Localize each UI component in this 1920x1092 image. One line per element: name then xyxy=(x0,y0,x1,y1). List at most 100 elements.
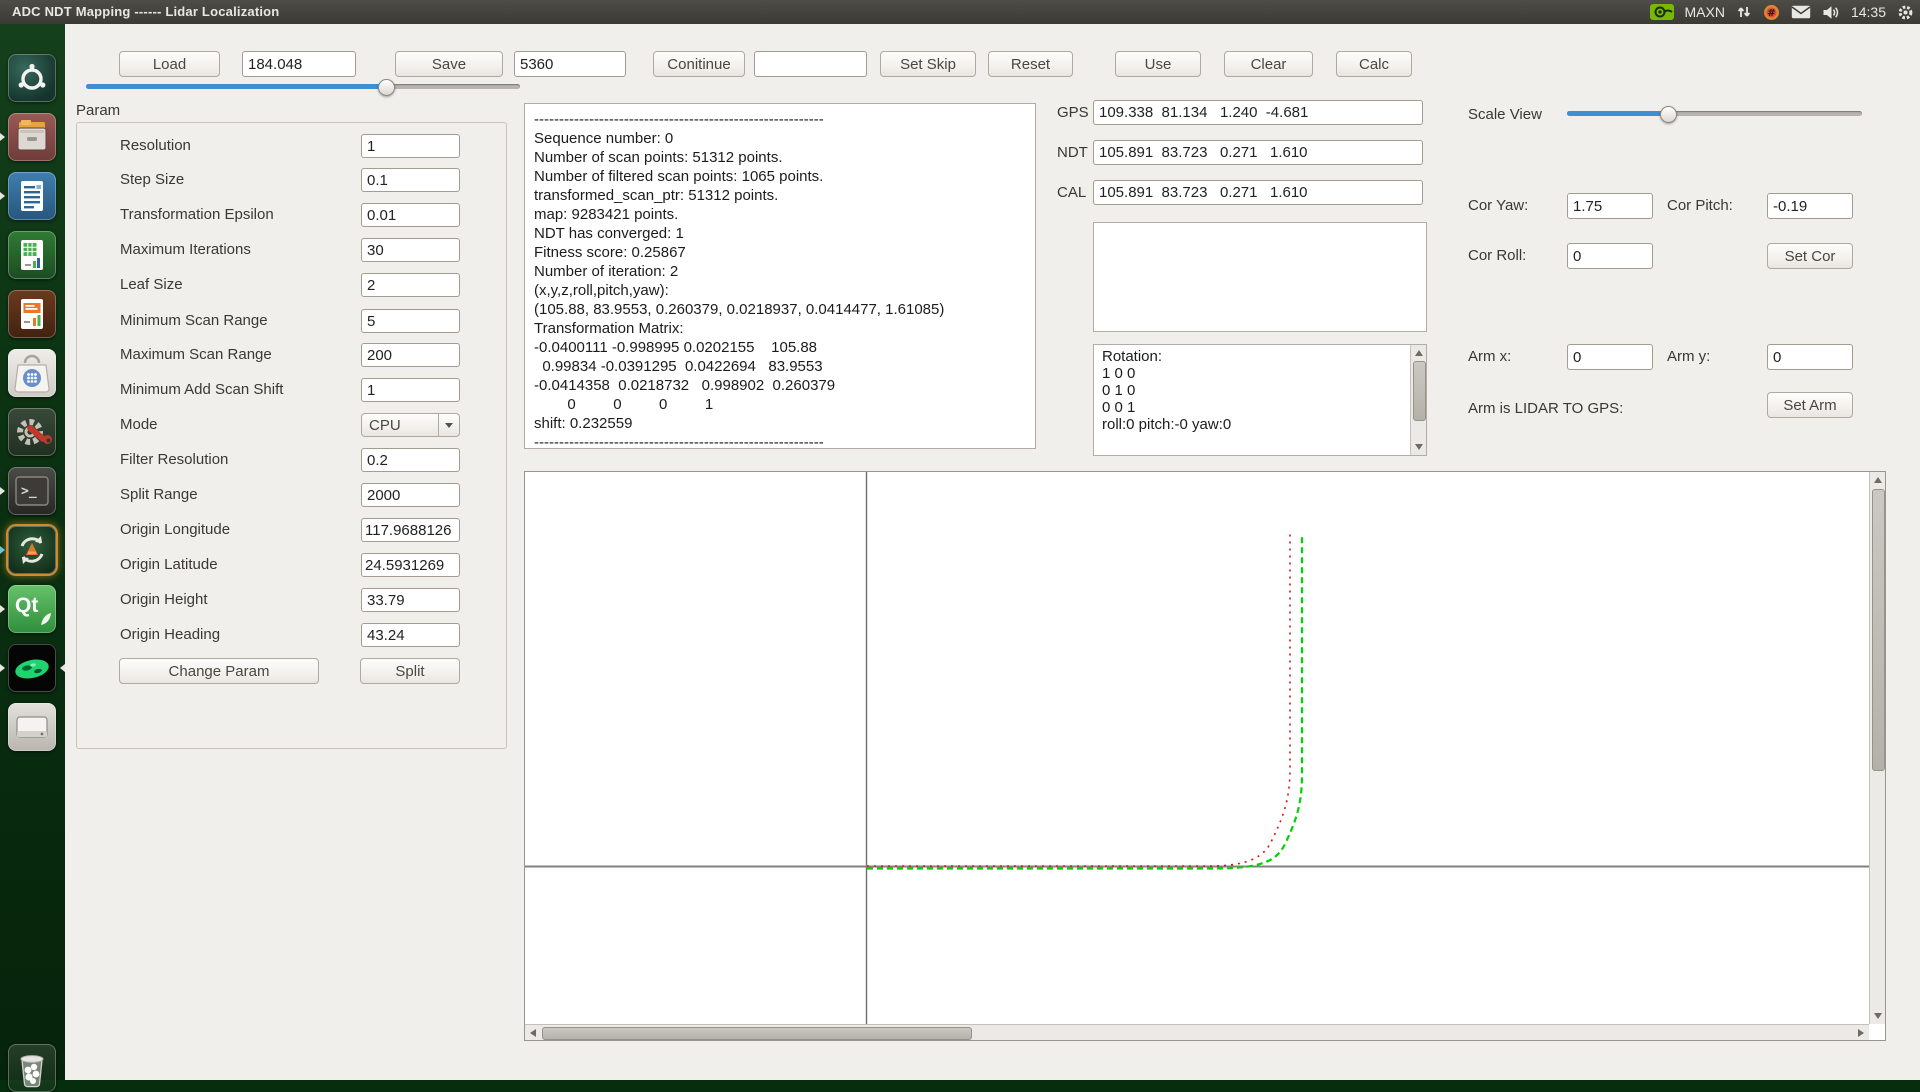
param-input-maximum-scan-range[interactable] xyxy=(361,343,460,367)
cal-label: CAL xyxy=(1057,184,1086,201)
ndt-pose-input[interactable] xyxy=(1093,140,1423,165)
set-cor-button[interactable]: Set Cor xyxy=(1767,243,1853,269)
param-input-filter-resolution[interactable] xyxy=(361,448,460,472)
param-label-minimum-add-scan-shift: Minimum Add Scan Shift xyxy=(120,381,283,398)
launcher-item-file-cabinet[interactable] xyxy=(8,113,56,161)
launcher-item-pointcloud-viewer[interactable] xyxy=(8,644,56,692)
param-label-origin-latitude: Origin Latitude xyxy=(120,556,218,573)
nvidia-icon[interactable] xyxy=(1650,4,1674,20)
param-input-origin-latitude[interactable] xyxy=(361,553,460,577)
plot-vertical-scrollbar[interactable] xyxy=(1869,472,1885,1024)
gps-pose-input[interactable] xyxy=(1093,100,1423,125)
param-input-maximum-iterations[interactable] xyxy=(361,238,460,262)
running-indicator xyxy=(0,605,5,613)
scale-view-slider-handle[interactable] xyxy=(1660,106,1677,123)
plot-hscrollbar-thumb[interactable] xyxy=(542,1027,972,1040)
change-param-button[interactable]: Change Param xyxy=(119,658,319,684)
clear-button[interactable]: Clear xyxy=(1224,51,1313,77)
rotation-scrollbar-thumb[interactable] xyxy=(1413,361,1426,421)
svg-text:#: # xyxy=(1767,8,1775,19)
ndt-label: NDT xyxy=(1057,144,1088,161)
launcher-item-software-center[interactable] xyxy=(8,349,56,397)
save-value-input[interactable] xyxy=(514,51,626,77)
continue-button[interactable]: Conitinue xyxy=(653,51,745,77)
launcher-item-dash-home[interactable] xyxy=(8,54,56,102)
chevron-down-icon xyxy=(445,423,453,428)
reset-button[interactable]: Reset xyxy=(988,51,1073,77)
param-input-origin-longitude[interactable] xyxy=(361,518,460,542)
param-input-minimum-add-scan-shift[interactable] xyxy=(361,378,460,402)
launcher-item-trash[interactable] xyxy=(8,1044,56,1092)
session-gear-icon[interactable] xyxy=(1897,4,1914,21)
system-top-bar: ADC NDT Mapping ------ Lidar Localizatio… xyxy=(0,0,1920,24)
running-indicator xyxy=(0,192,5,200)
arm-y-label: Arm y: xyxy=(1667,348,1710,365)
param-input-resolution[interactable] xyxy=(361,134,460,158)
param-label-leaf-size: Leaf Size xyxy=(120,276,183,293)
scroll-up-icon[interactable] xyxy=(1415,350,1423,356)
mail-icon[interactable] xyxy=(1791,5,1811,19)
scale-view-slider-fill xyxy=(1567,111,1667,116)
gpu-mode-label[interactable]: MAXN xyxy=(1685,4,1725,20)
running-indicator xyxy=(0,487,5,495)
scroll-left-icon[interactable] xyxy=(530,1029,536,1037)
scroll-right-icon[interactable] xyxy=(1858,1029,1864,1037)
updater-arrows-icon xyxy=(8,526,56,574)
window-title: ADC NDT Mapping ------ Lidar Localizatio… xyxy=(12,4,279,19)
param-input-transformation-epsilon[interactable] xyxy=(361,203,460,227)
set-arm-button[interactable]: Set Arm xyxy=(1767,392,1853,418)
plot-horizontal-scrollbar[interactable] xyxy=(525,1024,1869,1040)
calc-button[interactable]: Calc xyxy=(1336,51,1412,77)
package-update-icon[interactable]: # xyxy=(1763,4,1780,21)
pointcloud-icon xyxy=(8,644,56,692)
launcher-item-libreoffice-impress[interactable] xyxy=(8,290,56,338)
mode-dropdown[interactable]: CPU xyxy=(361,413,460,437)
param-input-leaf-size[interactable] xyxy=(361,273,460,297)
param-label-origin-longitude: Origin Longitude xyxy=(120,521,230,538)
param-input-origin-height[interactable] xyxy=(361,588,460,612)
launcher-item-libreoffice-calc[interactable] xyxy=(8,231,56,279)
updown-arrows-icon[interactable] xyxy=(1736,4,1752,20)
param-label-origin-heading: Origin Heading xyxy=(120,626,220,643)
plot-vscrollbar-thumb[interactable] xyxy=(1872,489,1885,771)
param-input-minimum-scan-range[interactable] xyxy=(361,309,460,333)
arm-y-input[interactable] xyxy=(1767,344,1853,370)
cor-roll-input[interactable] xyxy=(1567,243,1653,269)
save-button[interactable]: Save xyxy=(395,51,503,77)
cor-yaw-input[interactable] xyxy=(1567,193,1653,219)
load-value-input[interactable] xyxy=(242,51,356,77)
mode-dropdown-arrow-zone xyxy=(438,414,459,436)
qt-leaf-icon xyxy=(8,585,56,633)
launcher-item-hard-drive[interactable] xyxy=(8,703,56,751)
impress-presentation-icon xyxy=(8,290,56,338)
skip-value-input[interactable] xyxy=(754,51,867,77)
launcher-item-terminal[interactable]: >_ xyxy=(8,467,56,515)
param-input-step-size[interactable] xyxy=(361,168,460,192)
volume-icon[interactable] xyxy=(1822,5,1840,20)
use-button[interactable]: Use xyxy=(1115,51,1201,77)
focused-indicator xyxy=(60,664,65,672)
scroll-down-icon[interactable] xyxy=(1874,1013,1882,1019)
param-group-title: Param xyxy=(76,102,120,119)
empty-status-box xyxy=(1093,222,1427,332)
cal-pose-input[interactable] xyxy=(1093,180,1423,205)
arm-x-input[interactable] xyxy=(1567,344,1653,370)
param-input-origin-heading[interactable] xyxy=(361,623,460,647)
launcher-item-system-settings[interactable] xyxy=(8,408,56,456)
scroll-up-icon[interactable] xyxy=(1874,477,1882,483)
launcher-item-libreoffice-writer[interactable] xyxy=(8,172,56,220)
load-button[interactable]: Load xyxy=(119,51,220,77)
trajectory-plot-viewport[interactable] xyxy=(524,471,1886,1041)
set-skip-button[interactable]: Set Skip xyxy=(880,51,976,77)
gps-trajectory-path xyxy=(867,532,1290,866)
cor-pitch-input[interactable] xyxy=(1767,193,1853,219)
playback-slider-handle[interactable] xyxy=(378,79,395,96)
clock-label[interactable]: 14:35 xyxy=(1851,4,1886,20)
scroll-down-icon[interactable] xyxy=(1415,444,1423,450)
file-cabinet-icon xyxy=(8,113,56,161)
param-input-split-range[interactable] xyxy=(361,483,460,507)
rotation-scrollbar[interactable] xyxy=(1410,345,1426,455)
launcher-item-qt-creator[interactable]: Qt xyxy=(8,585,56,633)
launcher-item-software-updater[interactable] xyxy=(8,526,56,574)
split-button[interactable]: Split xyxy=(360,658,460,684)
